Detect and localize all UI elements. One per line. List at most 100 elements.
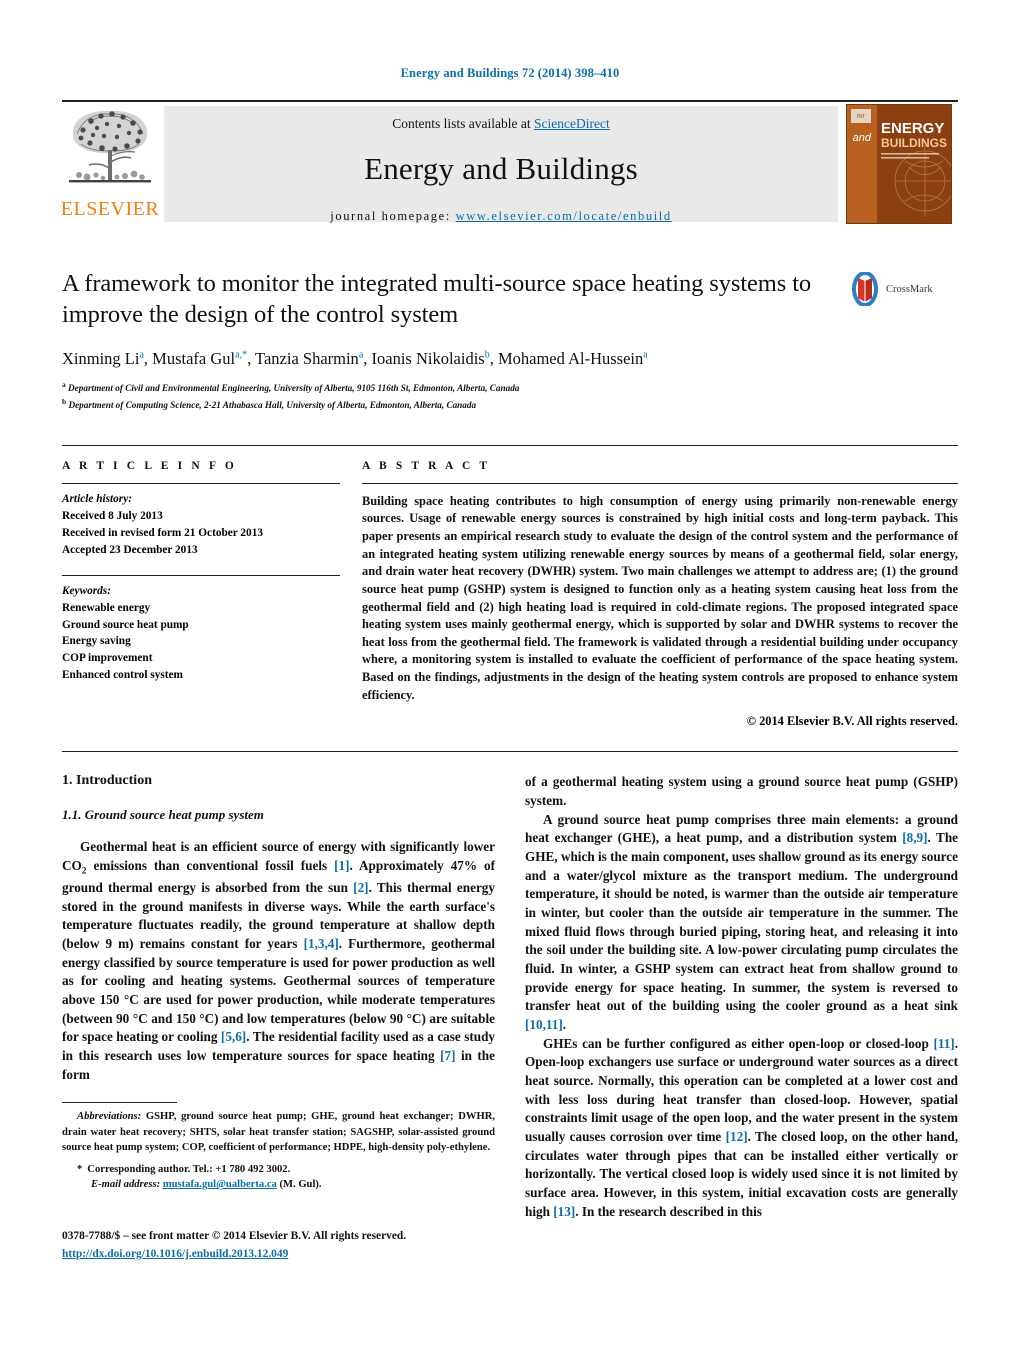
footnote-rule xyxy=(62,1102,177,1104)
cover-artwork: INT and ENERGY BUILDINGS xyxy=(847,105,951,223)
right-paragraphs: of a geothermal heating system using a g… xyxy=(525,773,958,1221)
citation-reference[interactable]: [5,6] xyxy=(221,1029,246,1044)
author-separator: , xyxy=(363,348,372,368)
keyword-item: Energy saving xyxy=(62,635,131,648)
corresponding-star: * xyxy=(77,1164,83,1176)
journal-cover-thumb[interactable]: INT and ENERGY BUILDINGS xyxy=(846,102,958,224)
keywords-items: Renewable energy Ground source heat pump E… xyxy=(62,600,340,685)
abbreviations-note: Abbreviations: GSHP, ground source heat … xyxy=(62,1109,495,1155)
body-paragraph: A ground source heat pump comprises thre… xyxy=(525,811,958,1035)
issn-line: 0378-7788/$ – see front matter © 2014 El… xyxy=(62,1230,407,1242)
citation-reference[interactable]: [13] xyxy=(553,1204,575,1219)
journal-homepage-link[interactable]: www.elsevier.com/locate/enbuild xyxy=(456,209,672,223)
article-history-items: Received 8 July 2013 Received in revised … xyxy=(62,508,340,559)
keywords-label: Keywords: xyxy=(62,584,111,597)
keyword-item: COP improvement xyxy=(62,652,153,665)
author-name: Xinming Li xyxy=(62,348,140,368)
body-paragraph: of a geothermal heating system using a g… xyxy=(525,773,958,810)
masthead-center: Contents lists available at ScienceDirec… xyxy=(164,106,838,224)
doi-link[interactable]: http://dx.doi.org/10.1016/j.enbuild.2013… xyxy=(62,1248,288,1260)
author-name: Tanzia Sharmin xyxy=(255,348,359,368)
body-paragraph: Geothermal heat is an efficient source o… xyxy=(62,838,495,1084)
citation-reference[interactable]: [10,11] xyxy=(525,1017,563,1032)
info-abstract-section: A R T I C L E I N F O Article history: R… xyxy=(62,444,958,729)
cover-text-buildings: BUILDINGS xyxy=(881,136,947,150)
paragraph-text: . In the research described in this xyxy=(575,1203,762,1219)
paper-page: Energy and Buildings 72 (2014) 398–410 E… xyxy=(0,0,1020,1351)
cover-text-energy: ENERGY xyxy=(881,120,944,137)
keyword-item: Ground source heat pump xyxy=(62,618,189,631)
section-heading: 1. Introduction xyxy=(62,773,152,789)
cover-text-and: and xyxy=(853,132,872,144)
email-row: E-mail address: mustafa.gul@ualberta.ca … xyxy=(77,1177,495,1192)
affiliation-item: b Department of Computing Science, 2-21 … xyxy=(62,396,958,413)
corresponding-author-note: * Corresponding author. Tel.: +1 780 492 … xyxy=(62,1162,495,1193)
abstract-text: Building space heating contributes to hi… xyxy=(362,493,958,702)
journal-title: Energy and Buildings xyxy=(364,151,638,186)
author-name: Mohamed Al-Hussein xyxy=(497,348,644,368)
author-separator: , xyxy=(143,348,153,368)
affiliation-text: Department of Computing Science, 2-21 At… xyxy=(66,400,477,411)
cover-corner-tag: INT xyxy=(857,114,865,120)
paragraph-text: A ground source heat pump comprises thre… xyxy=(525,811,958,846)
author-name: Mustafa Gul xyxy=(152,348,236,368)
affiliation-list: a Department of Civil and Environmental … xyxy=(62,379,958,413)
corresponding-text: Corresponding author. Tel.: +1 780 492 3… xyxy=(87,1164,291,1176)
citation-reference[interactable]: [8,9] xyxy=(902,830,927,845)
author-affiliation-mark: a,* xyxy=(235,349,248,361)
body-columns: 1. Introduction 1.1. Ground source heat … xyxy=(62,773,958,1221)
journal-homepage-line: journal homepage: www.elsevier.com/locat… xyxy=(330,209,671,224)
author-list: Xinming Li a, Mustafa Gula,*, Tanzia Shar… xyxy=(62,348,958,369)
page-title: A framework to monitor the integrated mu… xyxy=(62,270,812,329)
citation-reference[interactable]: [12] xyxy=(726,1129,748,1144)
paragraph-text: emissions than conventional fossil fuels xyxy=(86,857,335,873)
article-history-item: Accepted 23 December 2013 xyxy=(62,543,198,556)
paragraph-text: . The GHE, which is the main component, … xyxy=(525,830,959,1014)
article-history-label: Article history: xyxy=(62,492,132,505)
keyword-item: Renewable energy xyxy=(62,601,151,614)
crossmark-label: CrossMark xyxy=(886,283,933,295)
affiliation-item: a Department of Civil and Environmental … xyxy=(62,379,958,396)
body-column-left: 1. Introduction 1.1. Ground source heat … xyxy=(62,773,495,1221)
sciencedirect-link[interactable]: ScienceDirect xyxy=(534,116,610,131)
elsevier-tree-icon xyxy=(69,110,151,183)
body-column-right: of a geothermal heating system using a g… xyxy=(525,773,958,1221)
citation-reference[interactable]: [7] xyxy=(440,1048,455,1063)
elsevier-logo: ELSEVIER xyxy=(60,102,160,224)
left-paragraphs: Geothermal heat is an efficient source o… xyxy=(62,838,495,1084)
paragraph-text: . Open-loop exchangers use surface or un… xyxy=(525,1035,958,1144)
email-suffix: (M. Gul). xyxy=(276,1179,322,1191)
cover-image: INT and ENERGY BUILDINGS xyxy=(846,104,952,224)
keywords-block: Keywords: Renewable energy Ground source … xyxy=(62,576,340,685)
divider xyxy=(62,751,958,753)
crossmark-icon xyxy=(852,272,878,306)
author-affiliation-mark: a xyxy=(643,349,648,361)
abstract-heading: A B S T R A C T xyxy=(362,459,491,472)
article-history-item: Received 8 July 2013 xyxy=(62,509,163,522)
paragraph-text: GHEs can be further configured as either… xyxy=(543,1035,934,1051)
citation-reference[interactable]: [2] xyxy=(353,880,368,895)
body-paragraph: GHEs can be further configured as either… xyxy=(525,1035,958,1222)
running-head: Energy and Buildings 72 (2014) 398–410 xyxy=(400,66,620,80)
abstract-column: A B S T R A C T Building space heating c… xyxy=(362,460,958,729)
citation-reference[interactable]: [1,3,4] xyxy=(304,936,339,951)
homepage-label: journal homepage: xyxy=(330,209,451,223)
keyword-item: Enhanced control system xyxy=(62,669,183,682)
article-history-item: Received in revised form 21 October 2013 xyxy=(62,526,263,539)
article-history: Article history: Received 8 July 2013 Rec… xyxy=(62,484,340,559)
email-link[interactable]: mustafa.gul@ualberta.ca xyxy=(163,1179,277,1190)
author-separator: , xyxy=(247,348,256,368)
title-block: A framework to monitor the integrated mu… xyxy=(62,268,958,331)
paragraph-text: of a geothermal heating system using a g… xyxy=(525,774,958,808)
footnote-block: Abbreviations: GSHP, ground source heat … xyxy=(62,1102,495,1192)
contents-line: Contents lists available at ScienceDirec… xyxy=(392,116,609,132)
author-separator: , xyxy=(489,348,498,368)
author-name: Ioanis Nikolaidis xyxy=(371,348,485,368)
article-info-heading: A R T I C L E I N F O xyxy=(62,459,237,472)
elsevier-wordmark: ELSEVIER xyxy=(60,198,160,220)
subsection-heading: 1.1. Ground source heat pump system xyxy=(62,807,264,823)
citation-reference[interactable]: [1] xyxy=(334,858,349,873)
citation-reference[interactable]: [11] xyxy=(933,1036,954,1051)
abstract-copyright: © 2014 Elsevier B.V. All rights reserved… xyxy=(746,714,958,729)
crossmark-badge[interactable]: CrossMark xyxy=(848,268,958,306)
